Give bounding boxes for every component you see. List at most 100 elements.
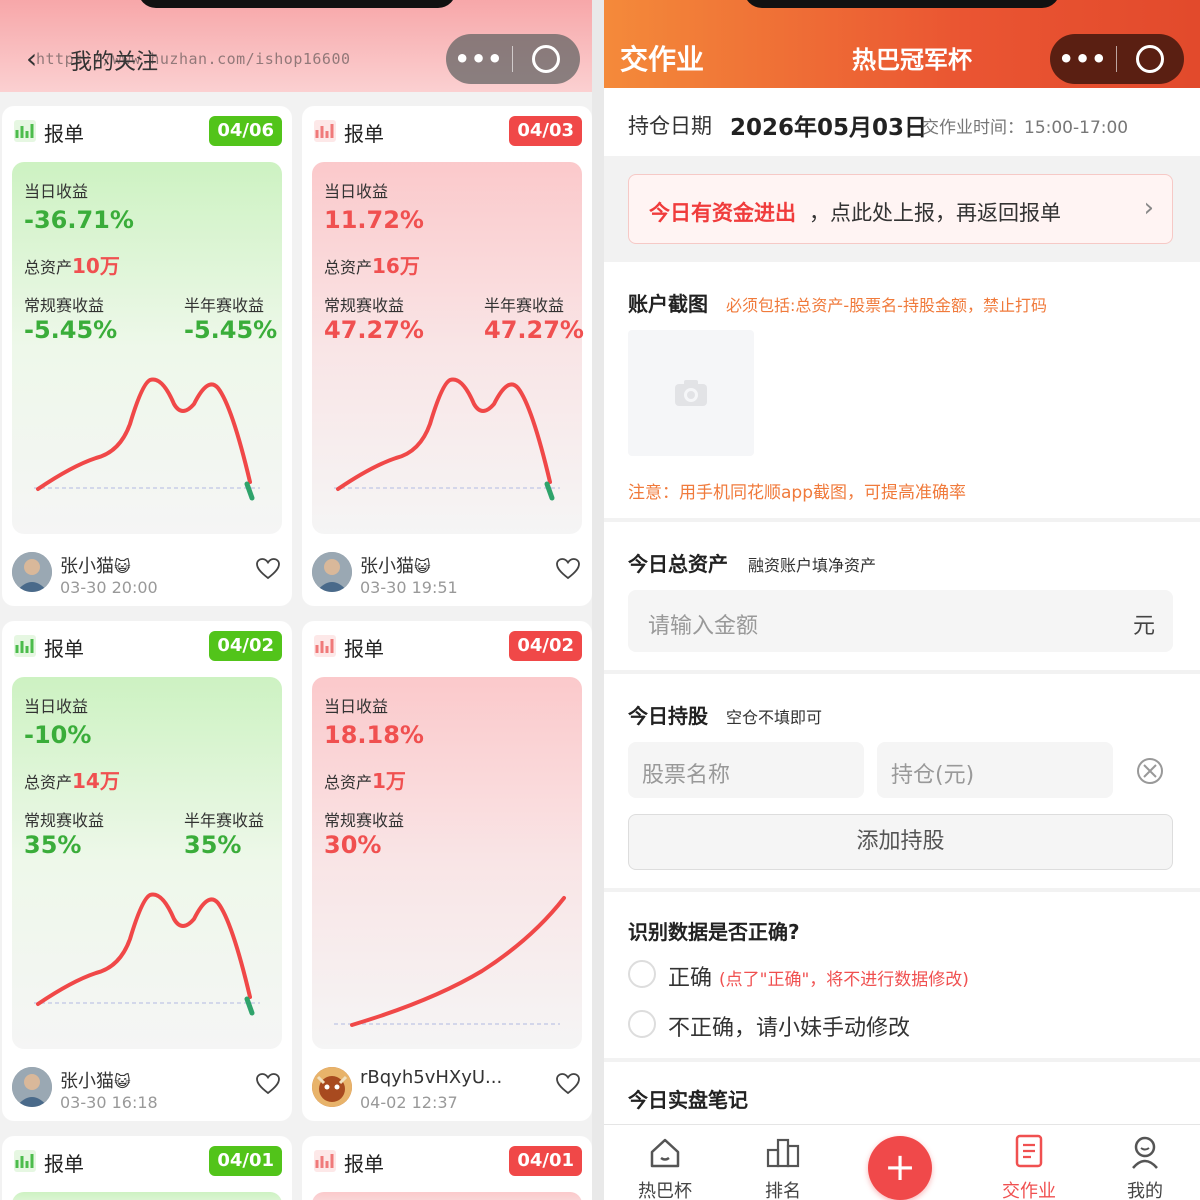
- watermark: https://www.huzhan.com/ishop16600: [36, 50, 351, 68]
- hold-date-value: 2026年05月03日: [730, 115, 928, 141]
- tab-home-label: 热巴杯: [638, 1181, 692, 1200]
- report-card[interactable]: 报单 04/01: [2, 1136, 292, 1200]
- heart-icon[interactable]: [256, 1073, 280, 1101]
- page-title: 交作业: [620, 43, 705, 76]
- ranking-icon: [766, 1138, 800, 1168]
- post-time: 03-30 20:00: [60, 578, 158, 597]
- hold-date-row: 持仓日期 2026年05月03日 交作业时间：15:00-17:00: [604, 88, 1200, 156]
- card-panel: [312, 1192, 582, 1200]
- notice-text: ，点此处上报，再返回报单: [809, 201, 1061, 225]
- card-date-badge: 04/01: [209, 1146, 282, 1176]
- add-holding-button[interactable]: 添加持股: [628, 814, 1173, 870]
- post-time: 04-02 12:37: [360, 1093, 458, 1112]
- tab-ranking-label: 排名: [765, 1181, 801, 1200]
- screenshot-note: 注意：用手机同花顺app截图，可提高准确率: [628, 483, 966, 503]
- fund-flow-notice[interactable]: 今日有资金进出 ，点此处上报，再返回报单 ›: [628, 174, 1173, 244]
- camera-icon: [675, 380, 707, 406]
- tab-mine[interactable]: 我的: [1090, 1132, 1200, 1200]
- card-header: 报单 04/02: [302, 621, 592, 673]
- radio-incorrect[interactable]: [628, 1010, 656, 1038]
- document-icon: [1015, 1134, 1043, 1168]
- more-icon[interactable]: •••: [446, 45, 512, 73]
- tab-home[interactable]: 热巴杯: [610, 1132, 720, 1200]
- position-amount-placeholder: 持仓(元): [891, 763, 975, 788]
- more-icon[interactable]: •••: [1050, 45, 1116, 73]
- card-type: 报单: [344, 122, 384, 146]
- plus-icon[interactable]: +: [868, 1136, 932, 1200]
- report-card[interactable]: 报单 04/01: [302, 1136, 592, 1200]
- username: 张小猫😺: [360, 552, 431, 578]
- close-miniprogram-icon[interactable]: [1117, 45, 1183, 73]
- card-header: 报单 04/01: [302, 1136, 592, 1188]
- heart-icon[interactable]: [556, 558, 580, 586]
- avatar[interactable]: [312, 552, 352, 592]
- post-time: 03-30 16:18: [60, 1093, 158, 1112]
- notch: [138, 0, 456, 8]
- notice-strong: 今日有资金进出: [649, 201, 796, 225]
- report-chart-icon: [14, 120, 36, 142]
- card-date-badge: 04/02: [209, 631, 282, 661]
- avatar[interactable]: [12, 552, 52, 592]
- upload-image-button[interactable]: [628, 330, 754, 456]
- mini-program-capsule[interactable]: •••: [1050, 34, 1184, 84]
- heart-icon[interactable]: [256, 558, 280, 586]
- chevron-right-icon: ›: [1143, 193, 1154, 223]
- card-panel: 当日收益 -36.71% 总资产10万 常规赛收益 -5.45% 半年赛收益 -5.45%: [12, 162, 282, 534]
- user-icon: [1132, 1136, 1158, 1169]
- verify-label: 识别数据是否正确?: [628, 920, 800, 944]
- report-card[interactable]: 报单 04/06 当日收益 -36.71% 总资产10万 常规赛收益 -5.45% 半年赛收益…: [2, 106, 292, 606]
- cat-emoji-icon: 😺: [114, 557, 131, 576]
- remove-holding-icon[interactable]: [1135, 756, 1165, 786]
- username-text: 张小猫: [60, 1071, 114, 1092]
- return-sparkline: [34, 892, 260, 1016]
- screenshot-section: 账户截图 必须包括:总资产-股票名-持股金额，禁止打码 注意：用手机同花顺app…: [604, 262, 1200, 518]
- follow-screen: ‹ 我的关注 https://www.huzhan.com/ishop16600…: [0, 0, 592, 1200]
- option-correct-note: (点了"正确"，将不进行数据修改): [719, 970, 969, 990]
- radio-correct[interactable]: [628, 960, 656, 988]
- card-panel: 当日收益 11.72% 总资产16万 常规赛收益 47.27% 半年赛收益 47.27%: [312, 162, 584, 534]
- report-card[interactable]: 报单 04/03 当日收益 11.72% 总资产16万 常规赛收益 47.27% 半年赛收益 4…: [302, 106, 592, 606]
- tab-mine-label: 我的: [1127, 1181, 1163, 1200]
- nav-bar: ‹ 我的关注 https://www.huzhan.com/ishop16600…: [0, 0, 592, 92]
- return-sparkline: [334, 377, 560, 501]
- card-header: 报单 04/01: [2, 1136, 292, 1188]
- holdings-section: 今日持股 空仓不填即可 股票名称 持仓(元) 添加持股: [604, 674, 1200, 888]
- holdings-label: 今日持股: [628, 704, 708, 728]
- close-miniprogram-icon[interactable]: [513, 45, 579, 73]
- username-text: rBqyh5vHXyU...: [360, 1067, 503, 1088]
- card-type: 报单: [44, 1152, 84, 1176]
- hold-date-label: 持仓日期: [628, 114, 712, 138]
- card-header: 报单 04/02: [2, 621, 292, 673]
- card-type: 报单: [344, 1152, 384, 1176]
- submit-time: 交作业时间：15:00-17:00: [922, 118, 1129, 138]
- cat-emoji-icon: 😺: [114, 1072, 131, 1091]
- home-icon: [650, 1138, 680, 1168]
- total-asset-label: 今日总资产: [628, 552, 728, 576]
- report-card[interactable]: 报单 04/02 当日收益 -10% 总资产14万 常规赛收益 35% 半年赛收益 35% 张小猫…: [2, 621, 292, 1121]
- report-card[interactable]: 报单 04/02 当日收益 18.18% 总资产1万 常规赛收益 30% rBqyh5vHXy…: [302, 621, 592, 1121]
- position-amount-input[interactable]: 持仓(元): [877, 742, 1113, 798]
- mini-program-capsule[interactable]: •••: [446, 34, 580, 84]
- screenshot-label: 账户截图: [628, 292, 708, 316]
- avatar[interactable]: [12, 1067, 52, 1107]
- report-chart-icon: [14, 1150, 36, 1172]
- tab-homework[interactable]: 交作业: [974, 1132, 1084, 1200]
- return-sparkline: [34, 377, 260, 501]
- report-chart-icon: [314, 120, 336, 142]
- report-chart-icon: [314, 635, 336, 657]
- tab-homework-label: 交作业: [1002, 1181, 1056, 1200]
- tab-ranking[interactable]: 排名: [728, 1132, 838, 1200]
- card-header: 报单 04/06: [2, 106, 292, 158]
- notes-label: 今日实盘笔记: [628, 1088, 748, 1112]
- post-time: 03-30 19:51: [360, 578, 458, 597]
- heart-icon[interactable]: [556, 1073, 580, 1101]
- total-asset-placeholder: 请输入金额: [648, 614, 759, 639]
- card-type: 报单: [44, 122, 84, 146]
- option-incorrect: 不正确，请小妹手动修改: [668, 1016, 911, 1041]
- avatar[interactable]: [312, 1067, 352, 1107]
- cat-emoji-icon: 😺: [414, 557, 431, 576]
- card-panel: 当日收益 -10% 总资产14万 常规赛收益 35% 半年赛收益 35%: [12, 677, 282, 1049]
- screenshot-hint: 必须包括:总资产-股票名-持股金额，禁止打码: [726, 296, 1047, 315]
- stock-name-input[interactable]: 股票名称: [628, 742, 864, 798]
- total-asset-input[interactable]: 请输入金额 元: [628, 590, 1173, 652]
